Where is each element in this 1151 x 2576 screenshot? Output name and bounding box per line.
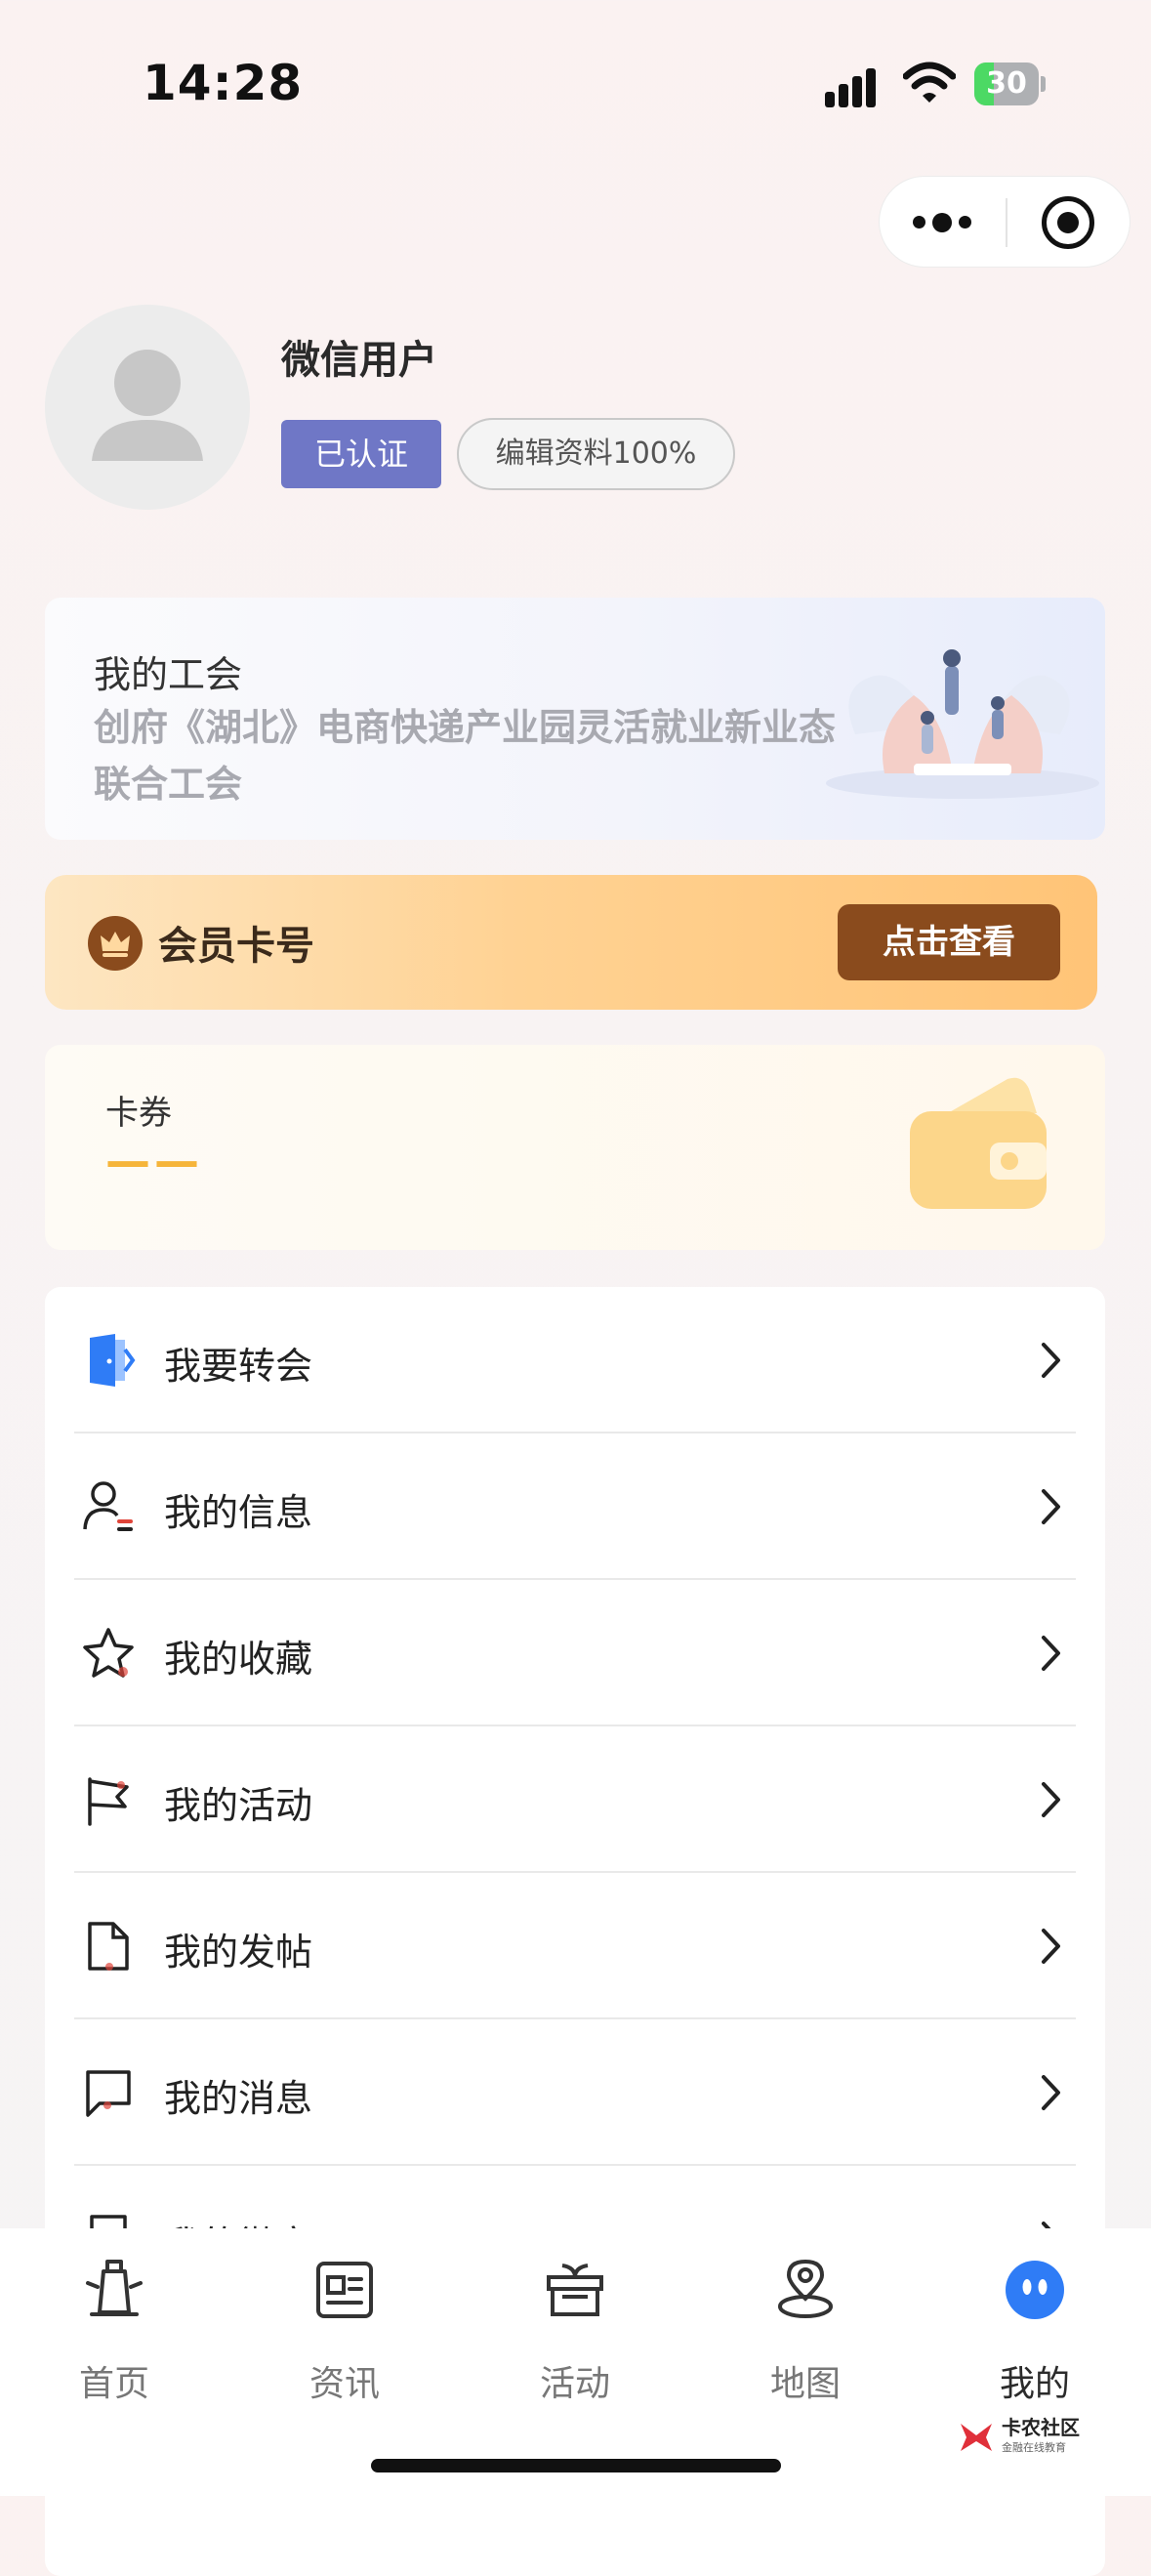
battery-icon: 30	[974, 62, 1046, 105]
home-indicator	[371, 2459, 781, 2472]
status-time: 14:28	[143, 55, 304, 111]
coupon-title: 卡券	[105, 1094, 172, 1133]
menu-item-posts[interactable]: 我的发帖	[45, 1873, 1105, 2019]
coupon-card[interactable]: 卡券 ——	[45, 1045, 1105, 1250]
username: 微信用户	[281, 338, 437, 383]
tab-label: 首页	[78, 2364, 149, 2404]
member-card-title: 会员卡号	[158, 924, 314, 969]
menu-label: 我的发帖	[164, 1931, 313, 1974]
tab-map[interactable]: 地图	[737, 2258, 874, 2414]
document-icon	[80, 1918, 137, 1974]
chevron-right-icon	[1041, 1928, 1062, 1965]
edit-profile-button[interactable]: 编辑资料100%	[457, 418, 735, 490]
chevron-right-icon	[1041, 2074, 1062, 2111]
close-miniprogram-icon[interactable]	[1042, 196, 1094, 249]
verified-badge: 已认证	[281, 420, 441, 488]
tab-activities[interactable]: 活动	[507, 2258, 643, 2414]
chevron-right-icon	[1041, 1488, 1062, 1525]
menu-item-my-info[interactable]: 我的信息	[45, 1433, 1105, 1580]
union-illustration-icon	[816, 617, 1099, 822]
chevron-right-icon	[1041, 1635, 1062, 1672]
capsule-menu	[879, 176, 1130, 268]
wifi-icon	[902, 61, 957, 105]
coupon-value: ——	[105, 1135, 203, 1187]
menu-label: 我要转会	[164, 1345, 313, 1388]
menu-label: 我的消息	[164, 2077, 313, 2120]
menu-item-activities[interactable]: 我的活动	[45, 1726, 1105, 1873]
flag-icon	[80, 1771, 137, 1828]
watermark-title: 卡农社区	[1002, 2416, 1080, 2439]
cellular-signal-icon	[825, 64, 885, 107]
member-card[interactable]: 会员卡号 点击查看	[45, 875, 1097, 1010]
star-icon	[80, 1625, 137, 1682]
menu-item-transfer[interactable]: 我要转会	[45, 1287, 1105, 1433]
chevron-right-icon	[1041, 1342, 1062, 1379]
menu-label: 我的信息	[164, 1491, 313, 1534]
tab-label: 资讯	[308, 2364, 380, 2404]
crown-icon	[88, 916, 143, 971]
chevron-right-icon	[1041, 1781, 1062, 1818]
profile-face-icon	[1003, 2258, 1067, 2322]
watermark-logo: 卡农社区 金融在线教育	[957, 2412, 1103, 2461]
gift-icon	[543, 2258, 607, 2322]
union-title: 我的工会	[94, 653, 243, 696]
menu-item-favorites[interactable]: 我的收藏	[45, 1580, 1105, 1726]
tower-icon	[82, 2258, 146, 2322]
my-union-card[interactable]: 我的工会 创府《湖北》电商快递产业园灵活就业新业态联合工会	[45, 598, 1105, 840]
tab-label: 地图	[769, 2364, 841, 2404]
union-name: 创府《湖北》电商快递产业园灵活就业新业态联合工会	[94, 706, 837, 806]
more-icon[interactable]	[913, 204, 973, 241]
menu-label: 我的收藏	[164, 1638, 313, 1681]
menu-label: 我的活动	[164, 1784, 313, 1827]
door-icon	[80, 1332, 137, 1389]
tab-news[interactable]: 资讯	[276, 2258, 413, 2414]
tab-label: 我的	[999, 2364, 1070, 2404]
news-icon	[312, 2258, 377, 2322]
view-member-card-button[interactable]: 点击查看	[838, 904, 1060, 980]
map-pin-icon	[773, 2258, 838, 2322]
menu-item-messages[interactable]: 我的消息	[45, 2019, 1105, 2166]
user-info-icon	[80, 1478, 137, 1535]
message-icon	[80, 2064, 137, 2121]
wallet-icon	[900, 1074, 1056, 1221]
tab-label: 活动	[539, 2364, 610, 2404]
tab-home[interactable]: 首页	[46, 2258, 183, 2414]
watermark-subtitle: 金融在线教育	[1002, 2441, 1066, 2454]
tab-mine[interactable]: 我的	[966, 2258, 1103, 2414]
battery-level: 30	[986, 66, 1027, 101]
avatar[interactable]	[45, 305, 250, 510]
